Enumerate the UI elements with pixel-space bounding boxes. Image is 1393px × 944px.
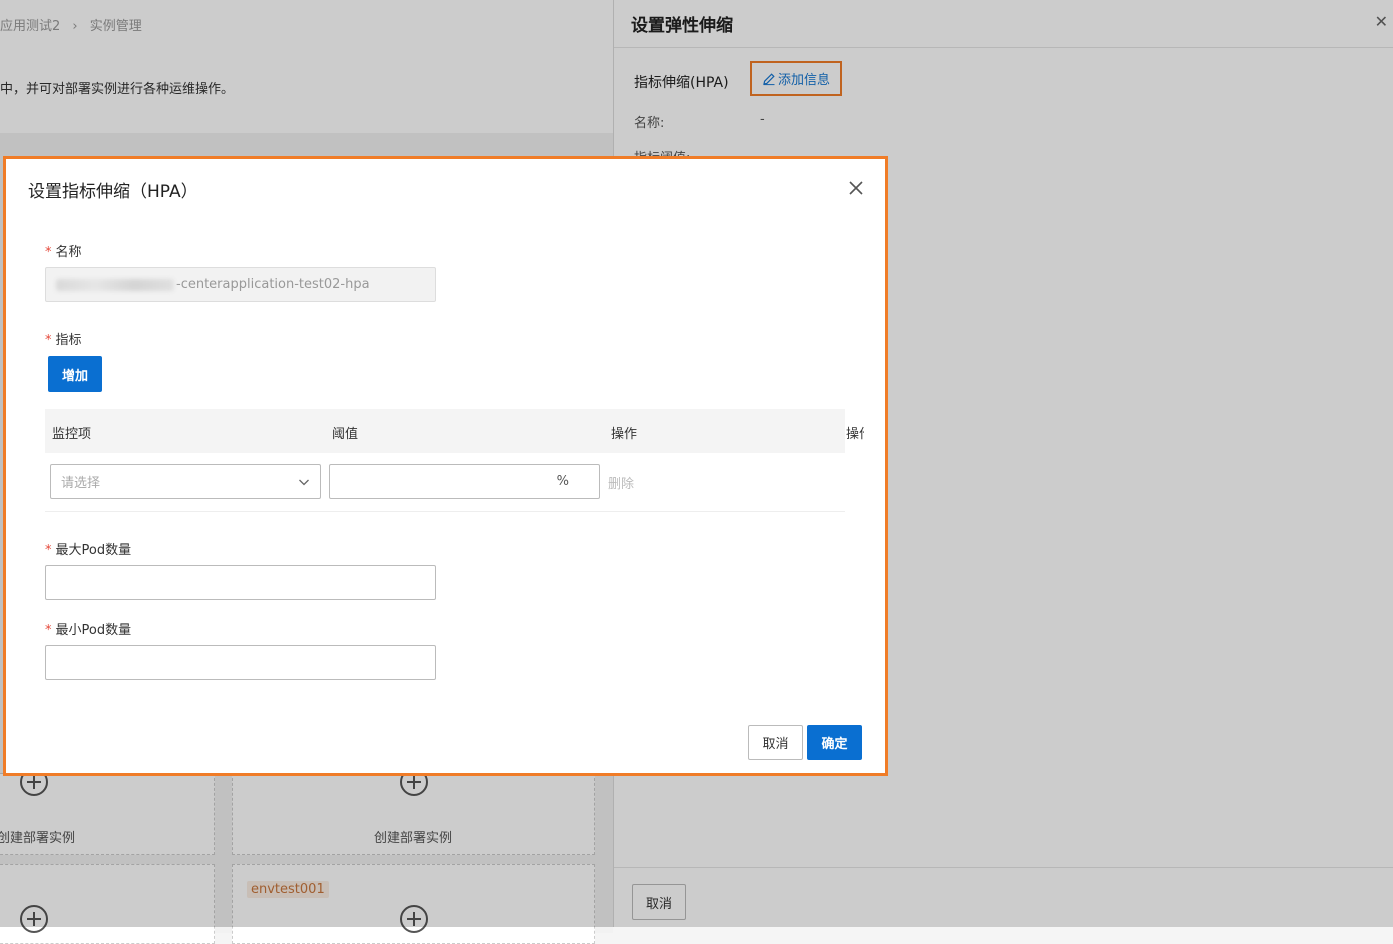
add-metric-button[interactable]: 增加 bbox=[48, 356, 102, 392]
column-header-threshold: 阈值 bbox=[332, 427, 359, 442]
min-pod-input[interactable] bbox=[45, 645, 436, 680]
required-mark: * bbox=[45, 245, 52, 260]
max-pod-field-label: * 最大Pod数量 bbox=[45, 543, 132, 558]
table-row-divider bbox=[45, 511, 845, 512]
column-header-action: 操作 bbox=[611, 427, 638, 442]
column-header-action-overflow: 操作 bbox=[846, 427, 864, 442]
monitor-item-select[interactable]: 请选择 bbox=[50, 464, 321, 499]
percent-unit: % bbox=[556, 474, 569, 489]
select-placeholder: 请选择 bbox=[61, 476, 101, 491]
modal-title: 设置指标伸缩（HPA） bbox=[28, 182, 198, 202]
redacted-text bbox=[56, 278, 174, 291]
max-pod-input[interactable] bbox=[45, 565, 436, 600]
hpa-modal: 设置指标伸缩（HPA） * 名称 -centerapplication-test0… bbox=[3, 156, 888, 776]
cancel-button[interactable]: 取消 bbox=[748, 725, 803, 760]
metrics-field-label: * 指标 bbox=[45, 333, 82, 348]
threshold-input[interactable]: % bbox=[329, 464, 600, 499]
required-mark: * bbox=[45, 333, 52, 348]
required-mark: * bbox=[45, 543, 52, 558]
close-icon[interactable] bbox=[847, 179, 865, 197]
name-input-value: -centerapplication-test02-hpa bbox=[176, 277, 370, 292]
name-field-label: * 名称 bbox=[45, 245, 82, 260]
required-mark: * bbox=[45, 623, 52, 638]
min-pod-field-label: * 最小Pod数量 bbox=[45, 623, 132, 638]
metrics-table-header: 监控项 阈值 操作 操作 bbox=[45, 409, 864, 453]
confirm-button[interactable]: 确定 bbox=[807, 725, 862, 760]
delete-row-link[interactable]: 删除 bbox=[608, 473, 634, 492]
name-input[interactable]: -centerapplication-test02-hpa bbox=[45, 267, 436, 302]
chevron-down-icon bbox=[299, 479, 309, 485]
column-header-monitor-item: 监控项 bbox=[52, 427, 92, 442]
